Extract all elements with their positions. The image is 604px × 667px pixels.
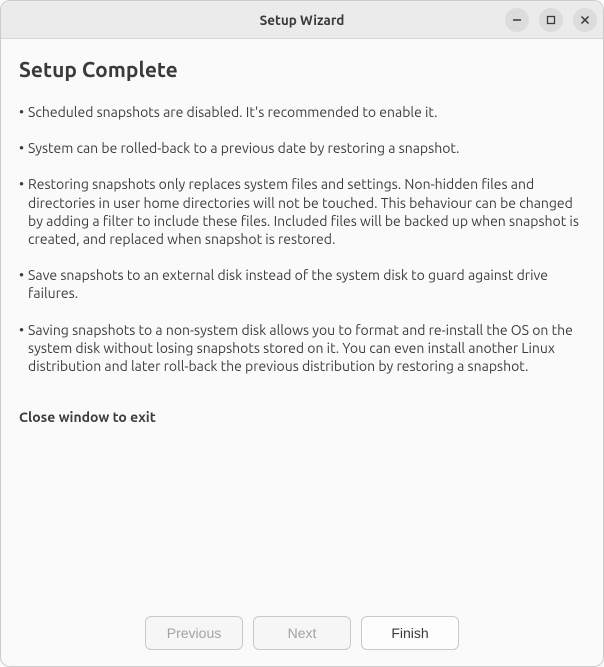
titlebar: Setup Wizard	[1, 1, 603, 39]
window-title: Setup Wizard	[260, 12, 345, 28]
bullet-item: • Restoring snapshots only replaces syst…	[19, 175, 585, 248]
bullet-item: • System can be rolled-back to a previou…	[19, 139, 585, 157]
bullet-list: • Scheduled snapshots are disabled. It's…	[19, 103, 585, 375]
bullet-text: Restoring snapshots only replaces system…	[28, 175, 585, 248]
page-heading: Setup Complete	[19, 57, 585, 81]
finish-button[interactable]: Finish	[361, 616, 459, 650]
bullet-item: • Saving snapshots to a non-system disk …	[19, 321, 585, 376]
window-controls	[505, 8, 597, 32]
bullet-item: • Save snapshots to an external disk ins…	[19, 266, 585, 302]
next-button[interactable]: Next	[253, 616, 351, 650]
bullet-dot: •	[19, 175, 28, 248]
close-button[interactable]	[573, 8, 597, 32]
close-icon	[580, 15, 590, 25]
bullet-text: Scheduled snapshots are disabled. It's r…	[28, 103, 437, 121]
previous-button[interactable]: Previous	[145, 616, 243, 650]
bullet-dot: •	[19, 321, 28, 376]
close-message: Close window to exit	[19, 409, 585, 425]
bullet-item: • Scheduled snapshots are disabled. It's…	[19, 103, 585, 121]
bullet-text: Save snapshots to an external disk inste…	[28, 266, 585, 302]
bullet-dot: •	[19, 266, 28, 302]
footer-buttons: Previous Next Finish	[1, 602, 603, 666]
maximize-button[interactable]	[539, 8, 563, 32]
bullet-dot: •	[19, 139, 28, 157]
content-area: Setup Complete • Scheduled snapshots are…	[1, 39, 603, 602]
bullet-dot: •	[19, 103, 28, 121]
minimize-icon	[512, 15, 522, 25]
maximize-icon	[546, 15, 556, 25]
bullet-text: System can be rolled-back to a previous …	[28, 139, 459, 157]
bullet-text: Saving snapshots to a non-system disk al…	[28, 321, 585, 376]
minimize-button[interactable]	[505, 8, 529, 32]
